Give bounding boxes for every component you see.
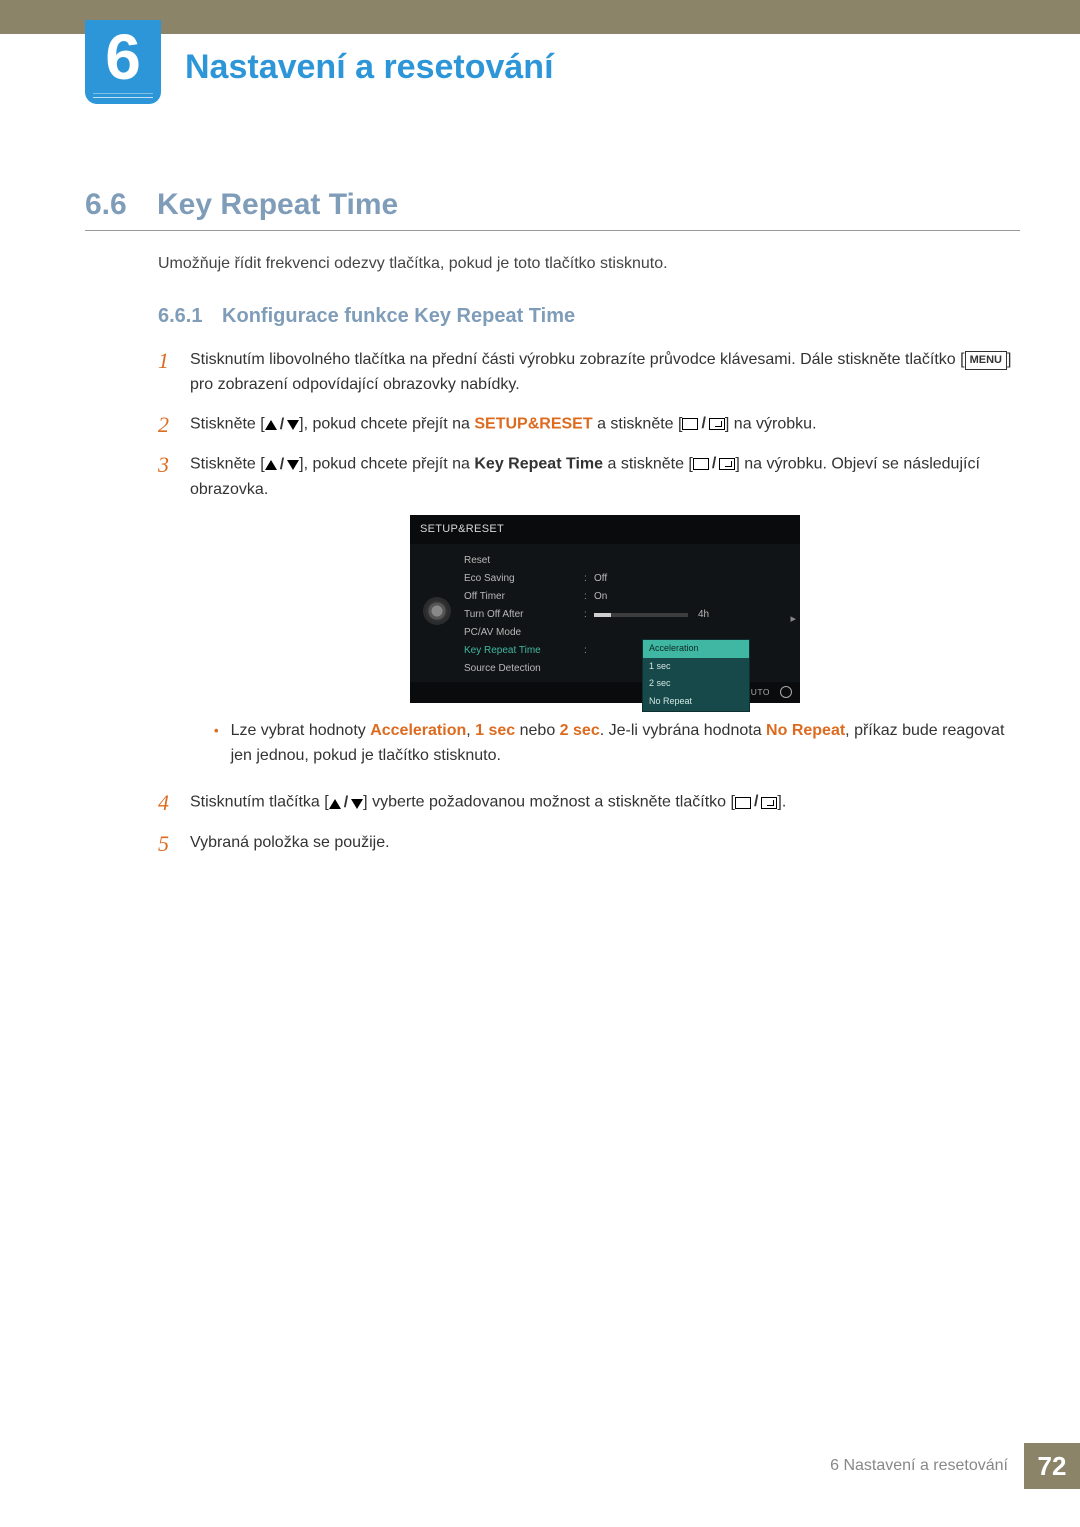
osd-title: SETUP&RESET xyxy=(410,515,800,544)
up-down-icons: / xyxy=(329,791,363,816)
step-text: Stiskněte [/], pokud chcete přejít na SE… xyxy=(190,412,1020,438)
chapter-title: Nastavení a resetování xyxy=(185,48,554,87)
osd-value: 4h xyxy=(698,607,709,623)
triangle-up-icon xyxy=(329,799,341,809)
power-icon xyxy=(780,686,792,698)
osd-value: Off xyxy=(594,571,607,587)
highlight: Acceleration xyxy=(370,722,466,739)
osd-option-selected: Acceleration xyxy=(643,640,749,658)
text-fragment: ], pokud chcete přejít na xyxy=(299,415,474,432)
highlight: No Repeat xyxy=(766,722,845,739)
bullet-list: • Lze vybrat hodnoty Acceleration, 1 sec… xyxy=(190,719,1020,769)
osd-value: On xyxy=(594,589,607,605)
enter-icon xyxy=(719,458,735,470)
osd-item: Off Timer xyxy=(464,589,584,605)
osd-item-active: Key Repeat Time xyxy=(464,643,584,659)
triangle-up-icon xyxy=(265,420,277,430)
triangle-up-icon xyxy=(265,460,277,470)
step-number: 3 xyxy=(158,452,190,776)
text-fragment: ] na výrobku. xyxy=(725,415,817,432)
step-number: 4 xyxy=(158,790,190,816)
rect-icon xyxy=(682,418,698,430)
step-text: Stisknutím libovolného tlačítka na předn… xyxy=(190,348,1020,398)
osd-item: PC/AV Mode xyxy=(464,625,584,641)
step-3: 3 Stiskněte [/], pokud chcete přejít na … xyxy=(158,452,1020,776)
osd-option: 2 sec xyxy=(643,675,749,693)
section-title: Key Repeat Time xyxy=(157,188,398,222)
osd-dropdown: Acceleration 1 sec 2 sec No Repeat xyxy=(642,639,750,713)
enter-icon xyxy=(761,797,777,809)
text-fragment: ]. xyxy=(777,794,786,811)
rect-icon xyxy=(693,458,709,470)
section-number: 6.6 xyxy=(85,188,157,222)
text-fragment: Stiskněte [ xyxy=(190,455,265,472)
text-fragment: ], pokud chcete přejít na xyxy=(299,455,474,472)
chevron-right-icon: ▸ xyxy=(790,611,796,628)
text-fragment: a stiskněte [ xyxy=(603,455,693,472)
top-bar xyxy=(0,0,1080,34)
highlight: 2 sec xyxy=(560,722,600,739)
step-text: Vybraná položka se použije. xyxy=(190,831,1020,857)
bold-text: Key Repeat Time xyxy=(474,455,603,472)
text-fragment: Stiskněte [ xyxy=(190,415,265,432)
osd-item: Source Detection xyxy=(464,661,584,677)
osd-slider xyxy=(594,613,688,617)
subsection-title: Konfigurace funkce Key Repeat Time xyxy=(222,305,575,327)
text-fragment: . Je-li vybrána hodnota xyxy=(600,722,766,739)
triangle-down-icon xyxy=(287,460,299,470)
chapter-badge: 6 xyxy=(85,20,161,104)
bullet-icon: • xyxy=(214,719,231,769)
osd-option: 1 sec xyxy=(643,658,749,676)
steps-list: 1 Stisknutím libovolného tlačítka na pře… xyxy=(158,348,1020,871)
step-2: 2 Stiskněte [/], pokud chcete přejít na … xyxy=(158,412,1020,438)
osd-option: No Repeat xyxy=(643,693,749,711)
page-footer: 6 Nastavení a resetování 72 xyxy=(814,1443,1080,1489)
highlight: SETUP&RESET xyxy=(474,415,592,432)
bullet-text: Lze vybrat hodnoty Acceleration, 1 sec n… xyxy=(231,719,1020,769)
up-down-icons: / xyxy=(265,413,299,438)
select-enter-icons: / xyxy=(682,412,724,437)
section-heading: 6.6 Key Repeat Time xyxy=(85,188,1020,231)
select-enter-icons: / xyxy=(693,452,735,477)
text-fragment: a stiskněte [ xyxy=(593,415,683,432)
step-text: Stiskněte [/], pokud chcete přejít na Ke… xyxy=(190,452,1020,776)
subsection-heading: 6.6.1 Konfigurace funkce Key Repeat Time xyxy=(158,305,575,328)
step-text: Stisknutím tlačítka [/] vyberte požadova… xyxy=(190,790,1020,816)
osd-item: Eco Saving xyxy=(464,571,584,587)
step-1: 1 Stisknutím libovolného tlačítka na pře… xyxy=(158,348,1020,398)
text-fragment: Stisknutím tlačítka [ xyxy=(190,794,329,811)
footer-chapter-label: 6 Nastavení a resetování xyxy=(814,1443,1024,1489)
step-number: 5 xyxy=(158,831,190,857)
step-number: 1 xyxy=(158,348,190,398)
triangle-down-icon xyxy=(287,420,299,430)
osd-item: Reset xyxy=(464,553,584,569)
rect-icon xyxy=(735,797,751,809)
triangle-down-icon xyxy=(351,799,363,809)
step-5: 5 Vybraná položka se použije. xyxy=(158,831,1020,857)
section-intro: Umožňuje řídit frekvenci odezvy tlačítka… xyxy=(158,255,1020,273)
enter-icon xyxy=(709,418,725,430)
text-fragment: ] vyberte požadovanou možnost a stisknět… xyxy=(363,794,735,811)
highlight: 1 sec xyxy=(475,722,515,739)
text-fragment: Stisknutím libovolného tlačítka na předn… xyxy=(190,351,965,368)
up-down-icons: / xyxy=(265,453,299,478)
osd-screenshot: SETUP&RESET Reset Eco Saving:Off Off Tim… xyxy=(410,515,800,703)
text-fragment: Lze vybrat hodnoty xyxy=(231,722,371,739)
menu-button-label: MENU xyxy=(965,351,1007,370)
page-number: 72 xyxy=(1024,1443,1080,1489)
osd-item: Turn Off After xyxy=(464,607,584,623)
select-enter-icons: / xyxy=(735,790,777,815)
gear-icon xyxy=(426,600,448,622)
text-fragment: , xyxy=(466,722,475,739)
step-4: 4 Stisknutím tlačítka [/] vyberte požado… xyxy=(158,790,1020,816)
text-fragment: nebo xyxy=(515,722,559,739)
subsection-number: 6.6.1 xyxy=(158,305,202,327)
step-number: 2 xyxy=(158,412,190,438)
